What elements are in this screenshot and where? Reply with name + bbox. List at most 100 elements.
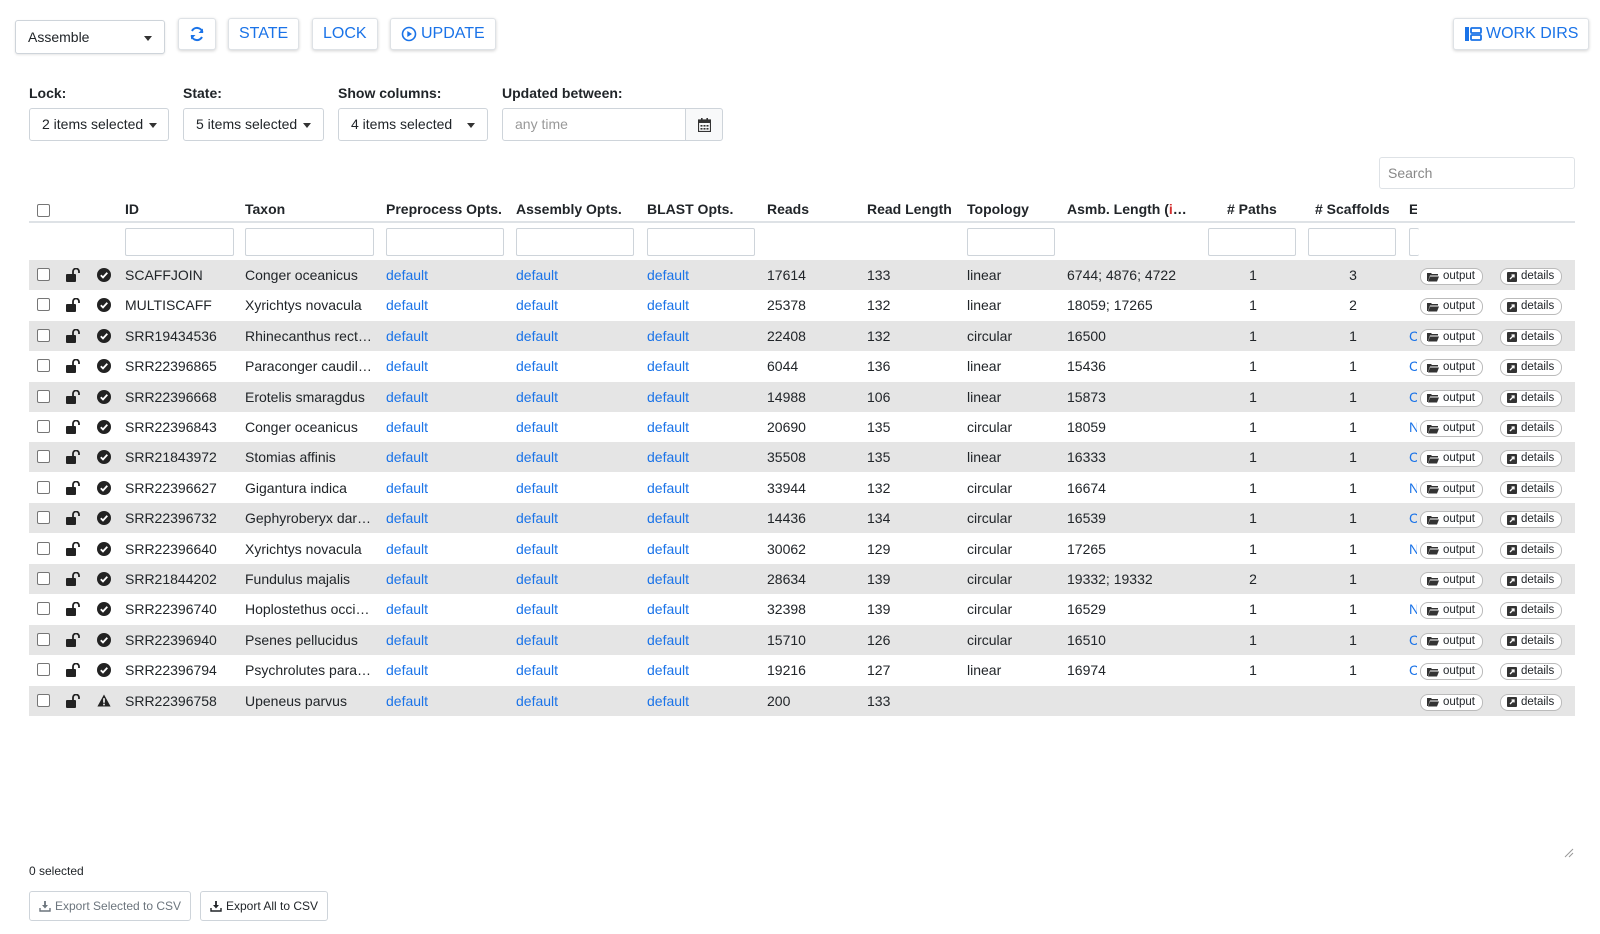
calendar-button[interactable] xyxy=(685,108,723,141)
output-button[interactable]: output xyxy=(1420,693,1483,711)
table-row[interactable]: SRR22396668 Erotelis smaragdus default defa… xyxy=(29,381,1575,412)
output-button[interactable]: output xyxy=(1420,541,1483,559)
col-header-paths[interactable]: # Paths xyxy=(1227,201,1277,217)
table-row[interactable]: SRR22396865 Paraconger caudil… default defa… xyxy=(29,351,1575,381)
row-checkbox[interactable] xyxy=(37,480,50,494)
details-button[interactable]: details xyxy=(1500,572,1563,589)
output-button[interactable]: output xyxy=(1420,632,1483,650)
row-checkbox[interactable] xyxy=(37,268,50,281)
cell-pre[interactable]: default xyxy=(386,260,496,290)
cell-pre[interactable]: default xyxy=(386,473,496,503)
cell-extra[interactable]: C xyxy=(1409,351,1417,381)
cell-pre[interactable]: default xyxy=(386,412,496,442)
row-checkbox[interactable] xyxy=(37,450,50,464)
export-selected-button[interactable]: Export Selected to CSV xyxy=(29,891,192,921)
cell-extra[interactable]: C xyxy=(1409,382,1417,412)
filter-id-input[interactable] xyxy=(125,228,234,256)
cell-extra[interactable]: C xyxy=(1409,321,1417,351)
columns-filter-select[interactable]: 4 items selected xyxy=(338,108,488,141)
cell-pre[interactable]: default xyxy=(386,625,496,655)
col-header-reads[interactable]: Reads xyxy=(767,201,809,217)
cell-asm[interactable]: default xyxy=(516,290,626,320)
output-button[interactable]: output xyxy=(1420,298,1483,316)
table-row[interactable]: SRR22396843 Conger oceanicus default defaul… xyxy=(29,412,1575,442)
cell-extra[interactable] xyxy=(1409,564,1417,594)
table-row[interactable]: SRR22396940 Psenes pellucidus default defau… xyxy=(29,624,1575,655)
cell-extra[interactable]: N xyxy=(1409,594,1417,624)
cell-asm[interactable]: default xyxy=(516,564,626,594)
cell-pre[interactable]: default xyxy=(386,564,496,594)
row-checkbox[interactable] xyxy=(37,389,50,403)
col-header-blast[interactable]: BLAST Opts. xyxy=(647,201,733,217)
table-row[interactable]: SRR21844202 Fundulus majalis default defaul… xyxy=(29,564,1575,594)
cell-extra[interactable]: C xyxy=(1409,503,1417,533)
cell-asm[interactable]: default xyxy=(516,655,626,685)
output-button[interactable]: output xyxy=(1420,389,1483,407)
output-button[interactable]: output xyxy=(1420,511,1483,529)
details-button[interactable]: details xyxy=(1500,602,1563,620)
output-button[interactable]: output xyxy=(1420,420,1483,437)
unlock-icon[interactable] xyxy=(65,571,81,589)
filter-topology-input[interactable] xyxy=(967,228,1055,256)
output-button[interactable]: output xyxy=(1420,268,1483,285)
row-checkbox[interactable] xyxy=(37,572,50,585)
unlock-icon[interactable] xyxy=(65,267,81,285)
col-header-scaffolds[interactable]: # Scaffolds xyxy=(1315,201,1390,217)
cell-blast[interactable]: default xyxy=(647,412,757,442)
search-input[interactable]: Search xyxy=(1379,157,1575,189)
output-button[interactable]: output xyxy=(1420,328,1483,346)
filter-preprocess-input[interactable] xyxy=(386,228,504,256)
cell-blast[interactable]: default xyxy=(647,503,757,533)
col-header-read-length[interactable]: Read Length xyxy=(867,201,952,217)
cell-asm[interactable]: default xyxy=(516,442,626,472)
cell-extra[interactable]: C xyxy=(1409,442,1417,472)
table-row[interactable]: SRR22396627 Gigantura indica default defaul… xyxy=(29,473,1575,503)
row-checkbox[interactable] xyxy=(37,359,50,373)
row-checkbox[interactable] xyxy=(37,541,50,555)
select-all-checkbox[interactable] xyxy=(37,204,50,217)
lock-filter-select[interactable]: 2 items selected xyxy=(29,108,169,141)
unlock-icon[interactable] xyxy=(65,480,81,498)
unlock-icon[interactable] xyxy=(65,298,81,315)
cell-blast[interactable]: default xyxy=(647,594,757,624)
cell-asm[interactable]: default xyxy=(516,412,626,442)
filter-extra-input[interactable] xyxy=(1409,228,1419,256)
cell-pre[interactable]: default xyxy=(386,686,496,716)
cell-blast[interactable]: default xyxy=(647,382,757,412)
row-checkbox[interactable] xyxy=(37,632,50,646)
unlock-icon[interactable] xyxy=(65,632,81,650)
filter-assembly-input[interactable] xyxy=(516,228,634,256)
details-button[interactable]: details xyxy=(1500,389,1563,407)
cell-asm[interactable]: default xyxy=(516,382,626,412)
row-checkbox[interactable] xyxy=(37,602,50,616)
cell-blast[interactable]: default xyxy=(647,564,757,594)
table-row[interactable]: MULTISCAFF Xyrichtys novacula default defau… xyxy=(29,290,1575,320)
state-filter-select[interactable]: 5 items selected xyxy=(183,108,324,141)
details-button[interactable]: details xyxy=(1500,693,1563,711)
row-checkbox[interactable] xyxy=(37,693,50,707)
col-header-asmb-length[interactable]: Asmb. Length (i… xyxy=(1067,201,1187,217)
table-row[interactable]: SCAFFJOIN Conger oceanicus default default d… xyxy=(29,260,1575,290)
cell-pre[interactable]: default xyxy=(386,594,496,624)
cell-asm[interactable]: default xyxy=(516,260,626,290)
cell-extra[interactable] xyxy=(1409,260,1417,290)
table-row[interactable]: SRR19434536 Rhinecanthus rect… default defa… xyxy=(29,320,1575,351)
cell-blast[interactable]: default xyxy=(647,686,757,716)
details-button[interactable]: details xyxy=(1500,328,1563,346)
unlock-icon[interactable] xyxy=(65,419,81,437)
resize-handle-icon[interactable] xyxy=(1564,848,1574,858)
details-button[interactable]: details xyxy=(1500,268,1563,285)
output-button[interactable]: output xyxy=(1420,359,1483,377)
table-row[interactable]: SRR22396732 Gephyroberyx dar… default defau… xyxy=(29,503,1575,534)
cell-asm[interactable]: default xyxy=(516,321,626,351)
refresh-button[interactable] xyxy=(178,18,216,50)
table-row[interactable]: SRR22396758 Upeneus parvus default default d… xyxy=(29,685,1575,716)
cell-asm[interactable]: default xyxy=(516,351,626,381)
table-row[interactable]: SRR22396794 Psychrolutes para… default defa… xyxy=(29,655,1575,685)
cell-asm[interactable]: default xyxy=(516,686,626,716)
cell-extra[interactable]: N xyxy=(1409,473,1417,503)
cell-asm[interactable]: default xyxy=(516,625,626,655)
cell-pre[interactable]: default xyxy=(386,351,496,381)
details-button[interactable]: details xyxy=(1500,450,1563,468)
cell-extra[interactable] xyxy=(1409,686,1417,716)
